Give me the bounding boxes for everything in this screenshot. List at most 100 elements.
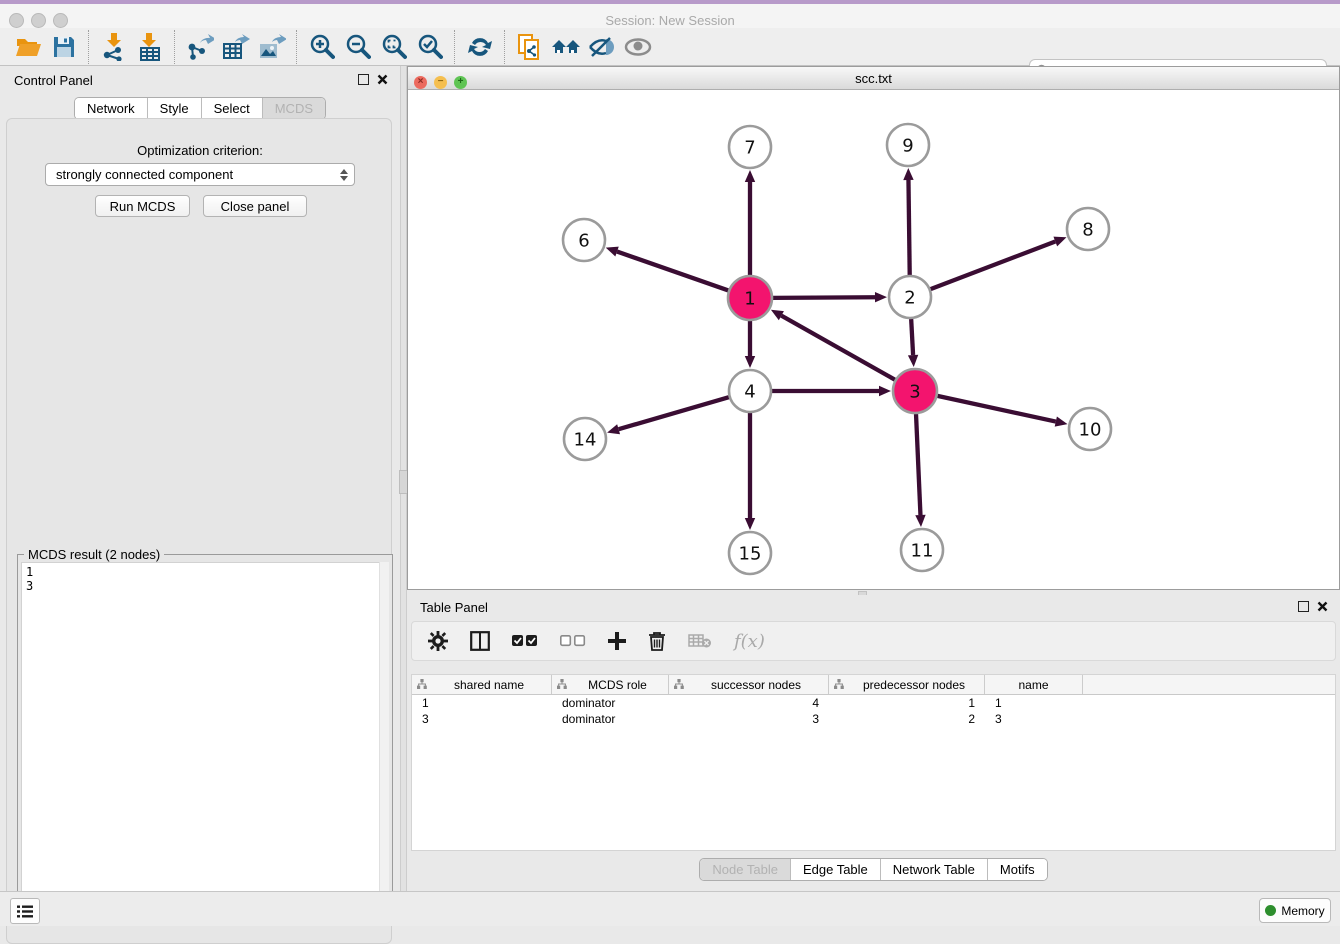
graph-edge-3-10[interactable] <box>937 396 1055 422</box>
import-table-icon[interactable] <box>132 31 168 63</box>
float-table-panel-icon[interactable] <box>1298 601 1309 612</box>
graph-edge-1-6[interactable] <box>617 252 728 291</box>
graph-node-4[interactable]: 4 <box>729 370 771 412</box>
close-table-panel-icon[interactable] <box>1317 601 1328 612</box>
zoom-fit-icon[interactable] <box>376 31 412 63</box>
graph-node-6[interactable]: 6 <box>563 219 605 261</box>
network-canvas[interactable]: 1 2 3 4 6 7 8 9 10 11 14 15 <box>408 89 1339 589</box>
memory-status-icon <box>1265 905 1276 916</box>
zoom-out-icon[interactable] <box>340 31 376 63</box>
table-settings-icon[interactable] <box>428 631 448 651</box>
zoom-selected-icon[interactable] <box>412 31 448 63</box>
column-header-shared-name[interactable]: shared name <box>412 675 552 694</box>
table-row[interactable]: 3dominator323 <box>412 711 1335 727</box>
cell-shared-name[interactable]: 1 <box>412 696 552 710</box>
graph-node-3[interactable]: 3 <box>893 369 937 413</box>
column-label: name <box>985 678 1082 692</box>
apply-layout-icon[interactable] <box>462 31 498 63</box>
tab-mcds[interactable]: MCDS <box>262 98 325 119</box>
tab-network[interactable]: Network <box>75 98 147 119</box>
graph-node-8[interactable]: 8 <box>1067 208 1109 250</box>
cell-successor-nodes[interactable]: 3 <box>669 712 829 726</box>
column-header-predecessor-nodes[interactable]: predecessor nodes <box>829 675 985 694</box>
task-history-button[interactable] <box>10 898 40 924</box>
create-column-icon[interactable] <box>608 632 626 650</box>
run-mcds-button[interactable]: Run MCDS <box>95 195 190 217</box>
export-table-icon[interactable] <box>218 31 254 63</box>
tab-motifs[interactable]: Motifs <box>987 859 1047 880</box>
mcds-result-text[interactable]: 1 3 <box>21 562 389 922</box>
criterion-dropdown[interactable]: strongly connected component <box>45 163 355 186</box>
graph-node-15[interactable]: 15 <box>729 532 771 574</box>
table-body: 1dominator4113dominator323 <box>412 695 1335 727</box>
cell-MCDS-role[interactable]: dominator <box>552 712 669 726</box>
zoom-in-icon[interactable] <box>304 31 340 63</box>
column-label: successor nodes <box>684 678 828 692</box>
close-panel-button[interactable]: Close panel <box>203 195 307 217</box>
show-all-icon[interactable] <box>620 31 656 63</box>
export-network-icon[interactable] <box>182 31 218 63</box>
svg-text:1: 1 <box>744 289 755 310</box>
float-panel-icon[interactable] <box>358 74 369 85</box>
cell-MCDS-role[interactable]: dominator <box>552 696 669 710</box>
main-toolbar <box>0 28 1340 66</box>
tab-select[interactable]: Select <box>201 98 262 119</box>
select-all-columns-icon[interactable] <box>512 635 538 647</box>
tab-style[interactable]: Style <box>147 98 201 119</box>
app-titlebar: Session: New Session <box>0 4 1340 29</box>
save-session-icon[interactable] <box>46 31 82 63</box>
graph-edge-2-8[interactable] <box>931 241 1056 289</box>
toggle-panel-icon[interactable] <box>470 631 490 651</box>
graph-node-9[interactable]: 9 <box>887 124 929 166</box>
open-session-icon[interactable] <box>10 31 46 63</box>
cell-predecessor-nodes[interactable]: 2 <box>829 712 985 726</box>
cell-successor-nodes[interactable]: 4 <box>669 696 829 710</box>
column-header-successor-nodes[interactable]: successor nodes <box>669 675 829 694</box>
table-toolbar: f(x) <box>411 621 1336 661</box>
tab-edge-table[interactable]: Edge Table <box>790 859 880 880</box>
graph-node-10[interactable]: 10 <box>1069 408 1111 450</box>
hide-selected-icon[interactable] <box>584 31 620 63</box>
graph-node-1[interactable]: 1 <box>728 276 772 320</box>
graph-edge-1-2[interactable] <box>773 297 875 298</box>
result-scrollbar[interactable] <box>379 562 389 922</box>
import-network-icon[interactable] <box>96 31 132 63</box>
deselect-all-columns-icon[interactable] <box>560 635 586 647</box>
column-header-name[interactable]: name <box>985 675 1083 694</box>
cell-shared-name[interactable]: 3 <box>412 712 552 726</box>
delete-columns-icon[interactable] <box>648 631 666 651</box>
column-type-icon <box>834 678 844 692</box>
graph-edge-2-3[interactable] <box>911 319 913 355</box>
graph-node-11[interactable]: 11 <box>901 529 943 571</box>
mcds-result-title: MCDS result (2 nodes) <box>24 547 164 562</box>
first-neighbors-icon[interactable] <box>548 31 584 63</box>
toolbar-separator <box>88 30 90 64</box>
export-image-icon[interactable] <box>254 31 290 63</box>
function-builder-icon[interactable]: f(x) <box>734 631 765 652</box>
column-header-MCDS-role[interactable]: MCDS role <box>552 675 669 694</box>
table-row[interactable]: 1dominator411 <box>412 695 1335 711</box>
graph-edge-4-14[interactable] <box>619 397 729 429</box>
tab-node-table[interactable]: Node Table <box>700 859 790 880</box>
tab-network-table[interactable]: Network Table <box>880 859 987 880</box>
graph-node-14[interactable]: 14 <box>564 418 606 460</box>
cell-name[interactable]: 1 <box>985 696 1083 710</box>
close-panel-icon[interactable] <box>377 74 388 85</box>
network-window-titlebar[interactable]: ×−+ scc.txt <box>408 67 1339 90</box>
cell-predecessor-nodes[interactable]: 1 <box>829 696 985 710</box>
graph-edge-3-11[interactable] <box>916 414 920 515</box>
graph-node-7[interactable]: 7 <box>729 126 771 168</box>
graph-edge-2-9[interactable] <box>908 180 909 275</box>
svg-text:4: 4 <box>744 382 755 403</box>
column-type-icon <box>417 678 427 692</box>
clone-network-icon[interactable] <box>512 31 548 63</box>
delete-table-icon[interactable] <box>688 633 712 649</box>
dropdown-stepper-icon <box>340 169 348 181</box>
memory-button[interactable]: Memory <box>1259 898 1331 923</box>
svg-text:3: 3 <box>909 382 920 403</box>
graph-edge-3-1[interactable] <box>781 316 895 380</box>
column-type-icon <box>674 678 684 692</box>
cell-name[interactable]: 3 <box>985 712 1083 726</box>
graph-node-2[interactable]: 2 <box>889 276 931 318</box>
control-panel-title: Control Panel <box>14 73 93 88</box>
